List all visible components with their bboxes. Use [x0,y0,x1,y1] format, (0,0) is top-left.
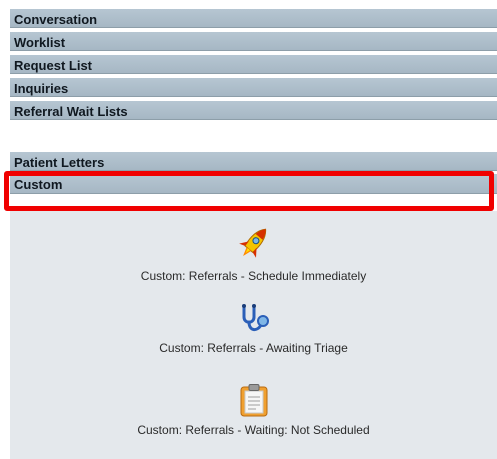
stethoscope-icon [241,304,269,331]
section-custom[interactable]: Custom [10,174,497,194]
custom-item-waiting-not-scheduled[interactable]: Custom: Referrals - Waiting: Not Schedul… [10,383,497,437]
section-worklist-label: Worklist [14,35,66,50]
section-referral-wait-lists[interactable]: Referral Wait Lists [10,100,497,120]
custom-item-label: Custom: Referrals - Awaiting Triage [159,341,348,355]
section-conversation[interactable]: Conversation [10,8,497,28]
section-custom-label: Custom [14,177,63,192]
section-patient-letters-label: Patient Letters [14,155,105,170]
custom-item-label: Custom: Referrals - Waiting: Not Schedul… [137,423,370,437]
custom-item-awaiting-triage[interactable]: Custom: Referrals - Awaiting Triage [10,303,497,355]
section-request-list-label: Request List [14,58,93,73]
section-conversation-label: Conversation [14,12,98,27]
clipboard-icon [240,384,267,417]
section-referral-wait-lists-label: Referral Wait Lists [14,104,128,119]
rocket-icon [238,228,266,258]
custom-item-schedule-immediately[interactable]: Custom: Referrals - Schedule Immediately [10,223,497,283]
section-inquiries[interactable]: Inquiries [10,77,497,97]
custom-content: Custom: Referrals - Schedule Immediately… [10,211,497,459]
section-patient-letters[interactable]: Patient Letters [10,151,497,171]
custom-item-label: Custom: Referrals - Schedule Immediately [140,269,367,283]
section-worklist[interactable]: Worklist [10,31,497,51]
section-request-list[interactable]: Request List [10,54,497,74]
section-inquiries-label: Inquiries [14,81,69,96]
